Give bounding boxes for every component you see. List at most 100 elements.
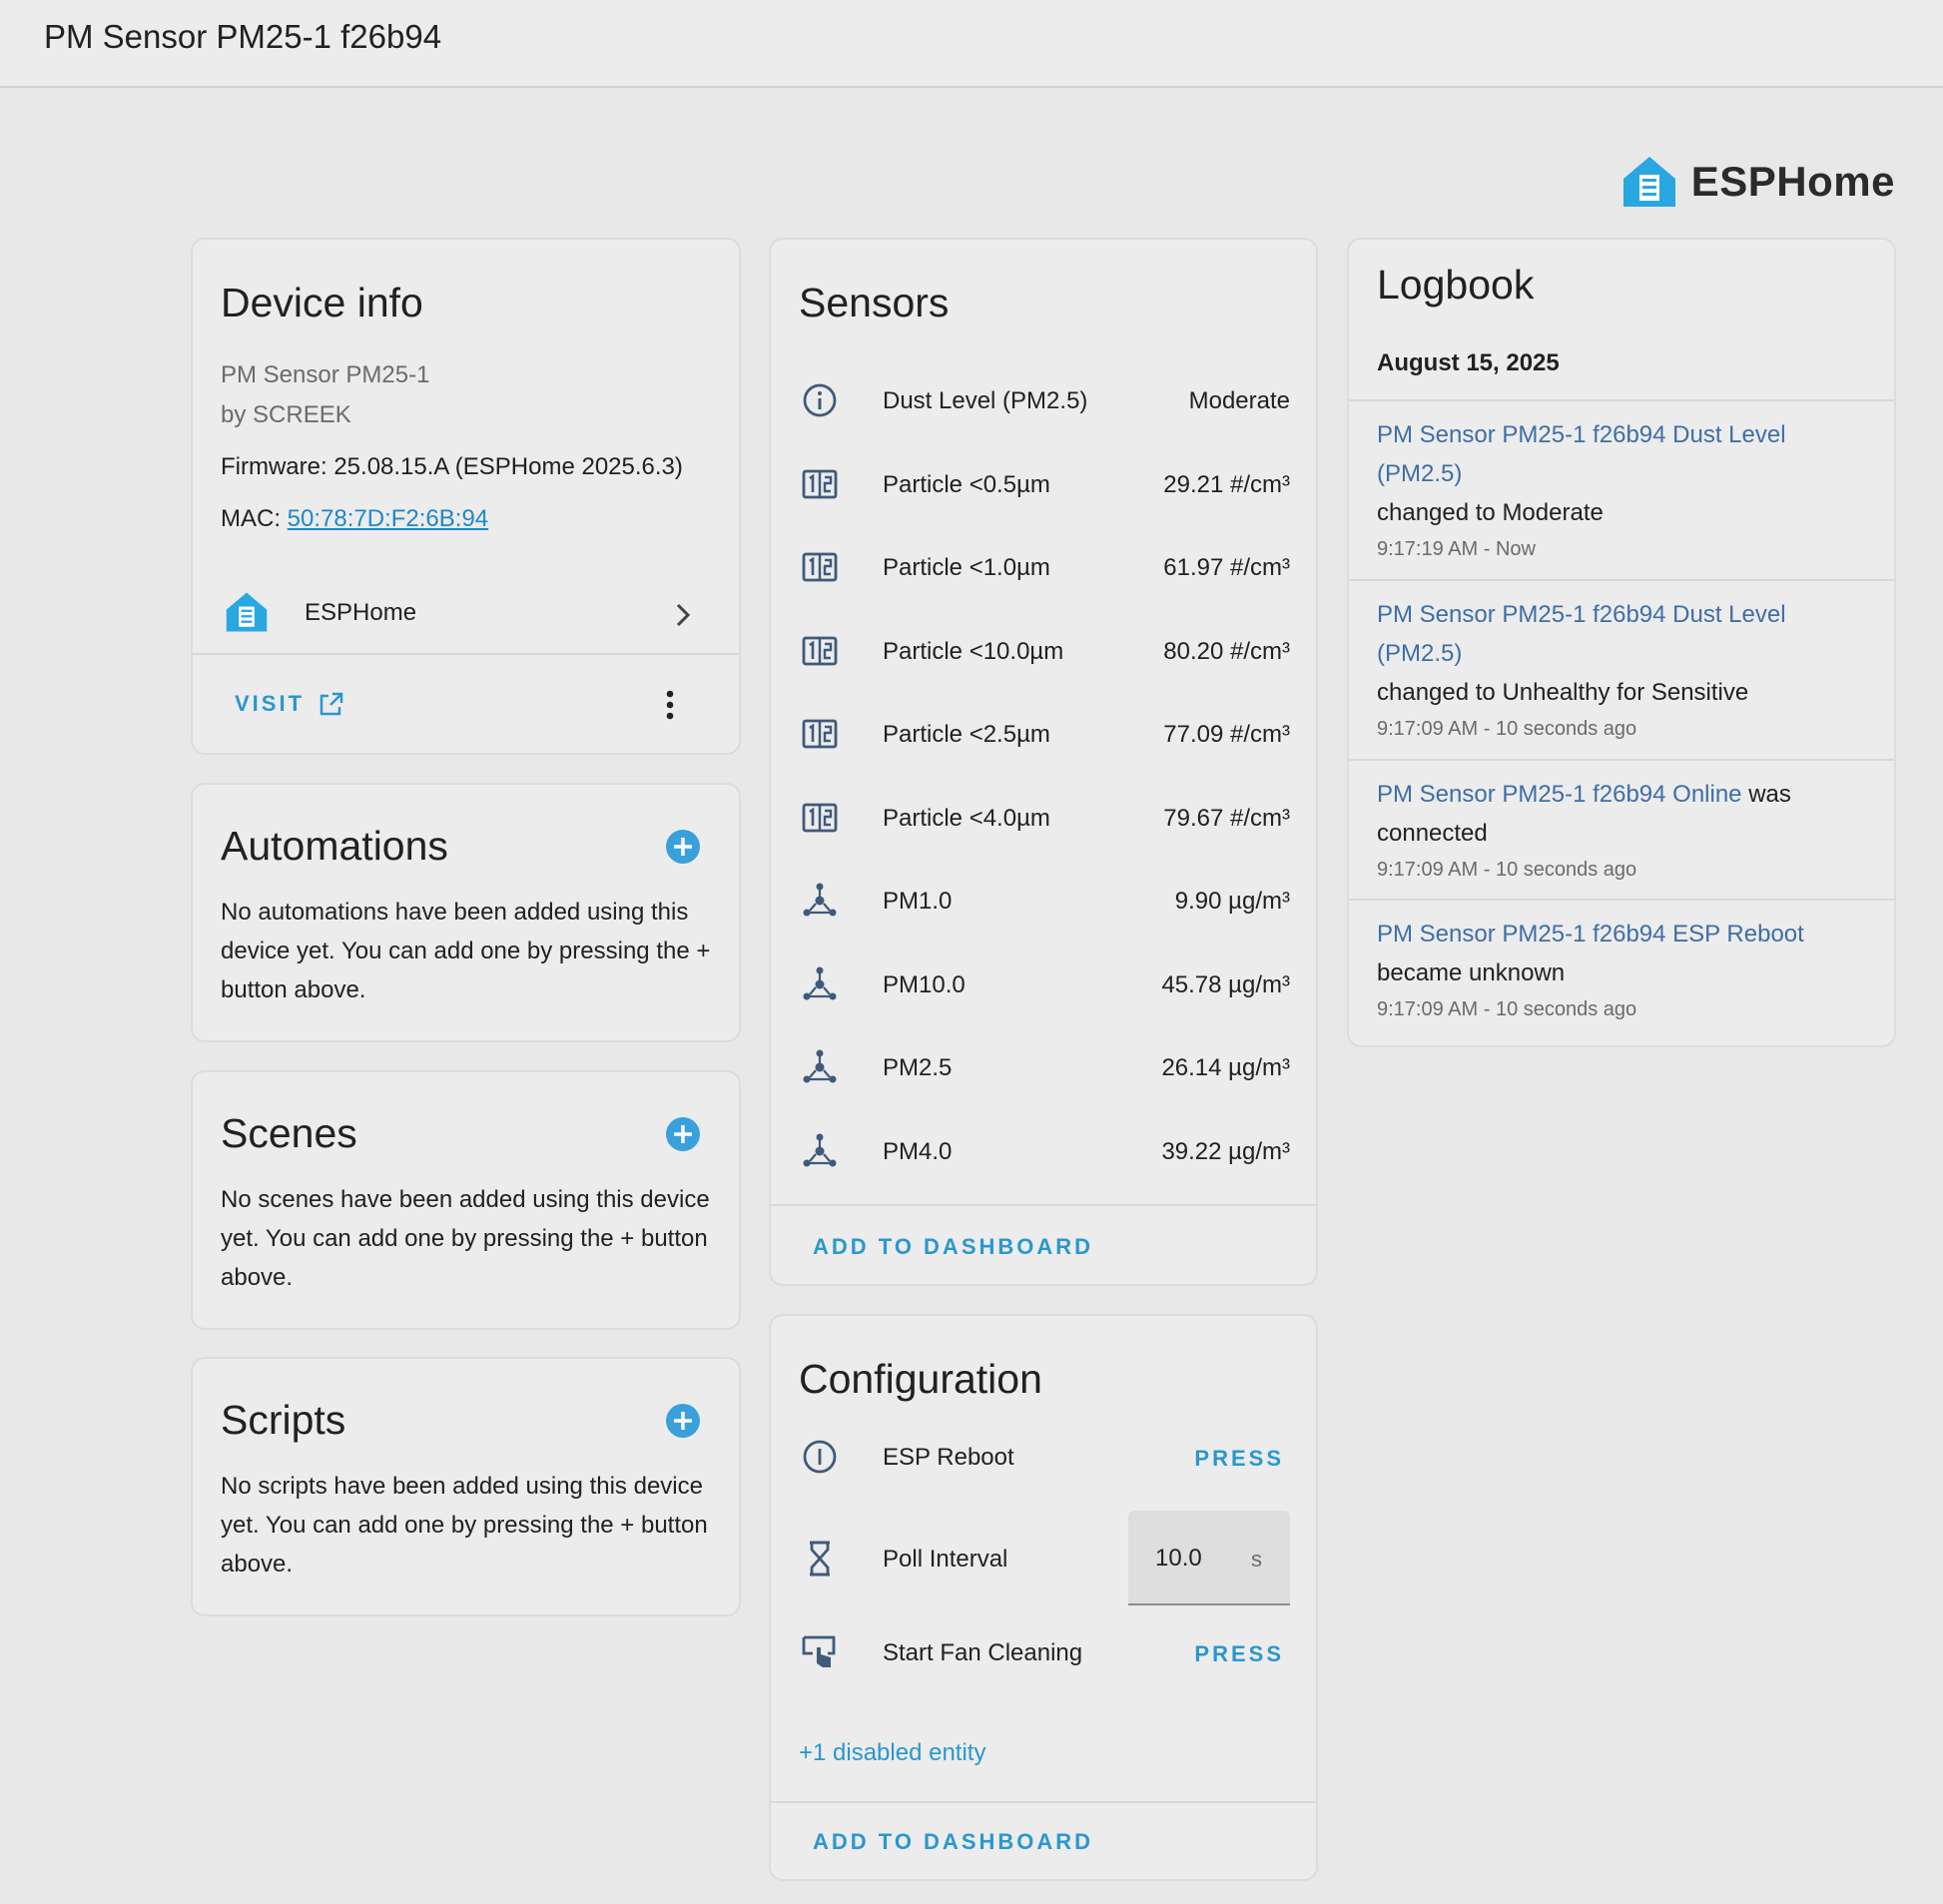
- log-time: 9:17:19 AM - Now: [1377, 538, 1536, 560]
- divider: [771, 1204, 1316, 1206]
- device-mac: MAC: 50:78:7D:F2:6B:94: [221, 505, 488, 533]
- scripts-title: Scripts: [221, 1397, 346, 1443]
- scenes-description: No scenes have been added using this dev…: [221, 1186, 710, 1291]
- sensor-row[interactable]: Particle <0.5µm 29.21 #/cm³: [771, 443, 1316, 527]
- mac-link[interactable]: 50:78:7D:F2:6B:94: [288, 505, 488, 532]
- automations-description: No automations have been added using thi…: [221, 899, 711, 1003]
- add-script-icon[interactable]: [665, 1403, 701, 1439]
- log-entry: PM Sensor PM25-1 f26b94 Dust Level (PM2.…: [1349, 581, 1894, 759]
- scenes-card: Scenes No scenes have been added using t…: [191, 1070, 741, 1330]
- top-bar: PM Sensor PM25-1 f26b94: [0, 0, 1943, 88]
- log-entity-link[interactable]: PM Sensor PM25-1 f26b94 Dust Level (PM2.…: [1377, 421, 1786, 487]
- sensor-row[interactable]: PM4.0 39.22 µg/m³: [771, 1110, 1316, 1194]
- log-entity-link[interactable]: PM Sensor PM25-1 f26b94 ESP Reboot: [1377, 921, 1804, 948]
- sensor-value: 9.90 µg/m³: [1174, 888, 1290, 915]
- page-title: PM Sensor PM25-1 f26b94: [44, 18, 442, 55]
- sensor-name: Particle <10.0µm: [883, 637, 1064, 665]
- info-icon: [803, 383, 837, 417]
- mac-label: MAC:: [221, 505, 288, 532]
- counter-icon: [802, 552, 838, 582]
- sensor-row[interactable]: Particle <2.5µm 77.09 #/cm³: [771, 693, 1316, 777]
- log-time: 9:17:09 AM - 10 seconds ago: [1377, 998, 1637, 1020]
- sensor-list: Dust Level (PM2.5) Moderate Particle <0.5µ…: [771, 359, 1316, 1193]
- sensor-row[interactable]: Dust Level (PM2.5) Moderate: [771, 359, 1316, 443]
- sensor-value: 29.21 #/cm³: [1163, 470, 1290, 498]
- sensor-value: 80.20 #/cm³: [1163, 637, 1290, 665]
- molecule-icon: [803, 1133, 837, 1166]
- poll-interval-input[interactable]: 10.0 s: [1128, 1511, 1290, 1605]
- log-message: changed to Moderate: [1377, 499, 1604, 526]
- config-row-esp-reboot[interactable]: ESP Reboot PRESS: [771, 1412, 1316, 1502]
- logbook-card: Logbook August 15, 2025 PM Sensor PM25-1…: [1347, 238, 1896, 1047]
- esphome-logo-icon: [226, 592, 268, 632]
- sensor-name: PM2.5: [883, 1054, 953, 1081]
- poll-interval-label: Poll Interval: [883, 1546, 1008, 1573]
- more-vert-icon[interactable]: [665, 689, 675, 721]
- log-message: changed to Unhealthy for Sensitive: [1377, 679, 1749, 706]
- divider: [771, 1801, 1316, 1803]
- open-in-new-icon: [320, 692, 343, 716]
- molecule-icon: [803, 883, 837, 917]
- log-entity-link[interactable]: PM Sensor PM25-1 f26b94 Online: [1377, 781, 1742, 808]
- integration-row[interactable]: ESPHome: [193, 579, 739, 649]
- sensor-name: Particle <2.5µm: [883, 721, 1050, 748]
- divider: [193, 653, 739, 655]
- sensor-value: Moderate: [1188, 387, 1290, 414]
- visit-button[interactable]: VISIT: [235, 691, 344, 717]
- sensors-title: Sensors: [799, 280, 950, 325]
- brand-name: ESPHome: [1690, 158, 1895, 205]
- counter-icon: [802, 469, 838, 498]
- device-info-title: Device info: [221, 280, 423, 325]
- log-time: 9:17:09 AM - 10 seconds ago: [1377, 859, 1637, 881]
- sensor-value: 45.78 µg/m³: [1161, 970, 1290, 998]
- log-entity-link[interactable]: PM Sensor PM25-1 f26b94 Dust Level (PM2.…: [1377, 601, 1786, 667]
- sensor-row[interactable]: PM10.0 45.78 µg/m³: [771, 944, 1316, 1027]
- sensor-row[interactable]: Particle <4.0µm 79.67 #/cm³: [771, 777, 1316, 861]
- gesture-tap-icon: [802, 1635, 836, 1667]
- config-add-to-dashboard-button[interactable]: ADD TO DASHBOARD: [813, 1829, 1093, 1855]
- esp-reboot-press-button[interactable]: PRESS: [1194, 1446, 1284, 1472]
- sensor-row[interactable]: PM1.0 9.90 µg/m³: [771, 860, 1316, 944]
- log-entry: PM Sensor PM25-1 f26b94 ESP Reboot becam…: [1349, 901, 1894, 1040]
- scenes-title: Scenes: [221, 1110, 357, 1156]
- sensor-value: 61.97 #/cm³: [1163, 554, 1290, 581]
- fan-cleaning-label: Start Fan Cleaning: [883, 1639, 1083, 1666]
- automations-card: Automations No automations have been add…: [191, 783, 741, 1042]
- add-automation-icon[interactable]: [665, 829, 701, 865]
- visit-label: VISIT: [235, 691, 306, 716]
- configuration-card: Configuration ESP Reboot PRESS Poll Inte…: [769, 1314, 1318, 1881]
- log-message: became unknown: [1377, 959, 1566, 986]
- poll-interval-unit: s: [1251, 1547, 1262, 1572]
- sensor-value: 79.67 #/cm³: [1163, 804, 1290, 832]
- esphome-logo-icon: [1622, 157, 1675, 207]
- configuration-title: Configuration: [799, 1356, 1042, 1402]
- sensors-card: Sensors Dust Level (PM2.5) Moderate Partic…: [769, 238, 1318, 1286]
- config-row-fan-cleaning[interactable]: Start Fan Cleaning PRESS: [771, 1607, 1316, 1697]
- poll-interval-value: 10.0: [1155, 1545, 1202, 1572]
- logbook-title: Logbook: [1377, 262, 1535, 308]
- sensors-add-to-dashboard-button[interactable]: ADD TO DASHBOARD: [813, 1234, 1093, 1260]
- log-entry: PM Sensor PM25-1 f26b94 Dust Level (PM2.…: [1349, 401, 1894, 579]
- esp-reboot-label: ESP Reboot: [883, 1444, 1014, 1471]
- sensor-row[interactable]: PM2.5 26.14 µg/m³: [771, 1026, 1316, 1110]
- device-manufacturer: by SCREEK: [221, 401, 351, 428]
- sensor-value: 77.09 #/cm³: [1163, 721, 1290, 748]
- add-scene-icon[interactable]: [665, 1116, 701, 1152]
- integration-label: ESPHome: [305, 599, 417, 626]
- sensor-name: Dust Level (PM2.5): [883, 387, 1088, 414]
- counter-icon: [802, 719, 838, 749]
- config-row-poll-interval: Poll Interval 10.0 s: [771, 1508, 1316, 1607]
- sensor-name: Particle <4.0µm: [883, 804, 1050, 832]
- automations-title: Automations: [221, 823, 448, 869]
- scripts-card: Scripts No scripts have been added using…: [191, 1357, 741, 1616]
- chevron-right-icon: [676, 603, 691, 627]
- sensor-row[interactable]: Particle <10.0µm 80.20 #/cm³: [771, 610, 1316, 694]
- sensor-row[interactable]: Particle <1.0µm 61.97 #/cm³: [771, 526, 1316, 610]
- disabled-entities-link[interactable]: +1 disabled entity: [799, 1739, 985, 1767]
- fan-cleaning-press-button[interactable]: PRESS: [1194, 1641, 1284, 1667]
- esphome-brand: ESPHome: [1621, 155, 1895, 209]
- molecule-icon: [803, 966, 837, 999]
- log-time: 9:17:09 AM - 10 seconds ago: [1377, 718, 1637, 740]
- counter-icon: [802, 636, 838, 665]
- device-firmware: Firmware: 25.08.15.A (ESPHome 2025.6.3): [221, 453, 683, 480]
